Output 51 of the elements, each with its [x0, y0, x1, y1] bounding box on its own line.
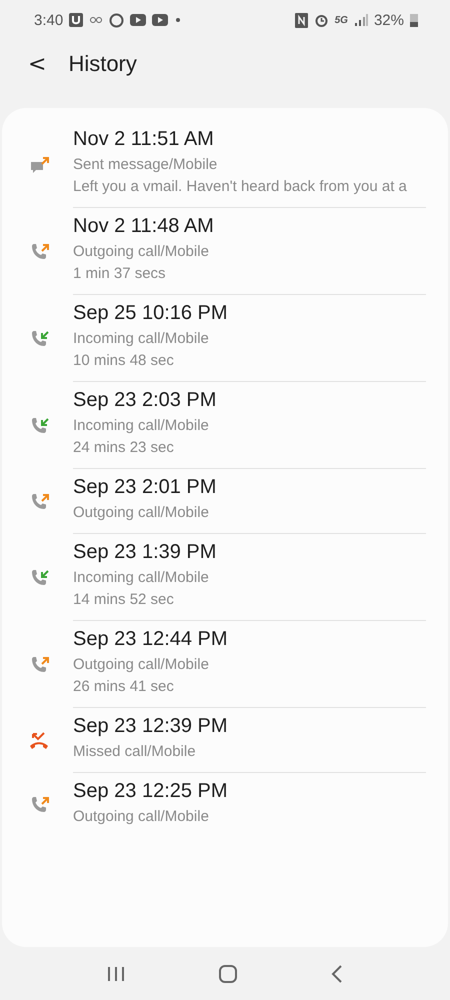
- entry-time: Sep 23 2:03 PM: [73, 388, 218, 413]
- signal-icon: [354, 14, 368, 26]
- history-entry[interactable]: Sep 25 10:16 PM Incoming call/Mobile 10 mins 48 sec: [73, 295, 426, 382]
- alarm-icon: [314, 12, 329, 28]
- more-dot-icon: [174, 16, 182, 24]
- entry-time: Sep 23 1:39 PM: [73, 540, 218, 565]
- play-icon: [130, 14, 146, 26]
- missed-call-icon: [28, 730, 50, 752]
- entry-detail: 14 mins 52 sec: [73, 590, 175, 610]
- entry-time: Nov 2 11:48 AM: [73, 214, 215, 239]
- battery-percent: 32%: [374, 12, 404, 28]
- entry-time: Nov 2 11:51 AM: [73, 127, 215, 152]
- app-notification-icon: [69, 13, 84, 27]
- entry-time: Sep 23 12:39 PM: [73, 714, 229, 739]
- history-entry[interactable]: Sep 23 12:39 PM Missed call/Mobile: [73, 708, 426, 773]
- entry-detail: 10 mins 48 sec: [73, 351, 175, 371]
- entry-time: Sep 23 2:01 PM: [73, 475, 218, 500]
- entry-detail: 26 mins 41 sec: [73, 677, 175, 697]
- history-entry[interactable]: Nov 2 11:48 AM Outgoing call/Mobile 1 min 37 secs: [73, 208, 426, 295]
- entry-detail: 24 mins 23 sec: [73, 438, 175, 458]
- ring-icon: [109, 12, 124, 28]
- history-entry[interactable]: Nov 2 11:51 AM Sent message/Mobile Left you a vmail. Haven't heard back from you at a: [73, 121, 426, 208]
- entry-time: Sep 23 12:44 PM: [73, 627, 229, 652]
- recents-icon[interactable]: [106, 966, 125, 982]
- history-entry[interactable]: Sep 23 2:01 PM Outgoing call/Mobile: [73, 469, 426, 534]
- history-entry[interactable]: Sep 23 2:03 PM Incoming call/Mobile 24 mins 23 sec: [73, 382, 426, 469]
- entry-type: Outgoing call/Mobile: [73, 503, 210, 523]
- back-icon[interactable]: [331, 964, 344, 982]
- entry-type: Incoming call/Mobile: [73, 416, 210, 436]
- entry-type: Outgoing call/Mobile: [73, 655, 210, 675]
- history-entry[interactable]: Sep 23 12:25 PM Outgoing call/Mobile: [73, 773, 426, 837]
- history-entry[interactable]: Sep 23 12:44 PM Outgoing call/Mobile 26 mins 41 sec: [73, 621, 426, 708]
- home-icon[interactable]: [218, 964, 238, 984]
- entry-time: Sep 23 12:25 PM: [73, 779, 229, 804]
- entry-type: Missed call/Mobile: [73, 742, 197, 762]
- entry-detail: 1 min 37 secs: [73, 264, 167, 284]
- page-title: History: [68, 51, 137, 77]
- entry-type: Sent message/Mobile: [73, 155, 218, 175]
- clock: 3:40: [34, 12, 64, 28]
- nfc-icon: [294, 12, 308, 28]
- battery-icon: [410, 13, 418, 27]
- back-button[interactable]: <: [24, 52, 50, 76]
- entry-detail: Left you a vmail. Haven't heard back from you at a: [73, 177, 408, 197]
- entry-type: Incoming call/Mobile: [73, 568, 210, 588]
- play-icon: [152, 14, 168, 26]
- entry-type: Outgoing call/Mobile: [73, 242, 210, 262]
- entry-type: Outgoing call/Mobile: [73, 807, 210, 827]
- entry-time: Sep 25 10:16 PM: [73, 301, 229, 326]
- entry-type: Incoming call/Mobile: [73, 329, 210, 349]
- network-label: 5G: [334, 14, 348, 26]
- history-entry[interactable]: Sep 23 1:39 PM Incoming call/Mobile 14 mins 52 sec: [73, 534, 426, 621]
